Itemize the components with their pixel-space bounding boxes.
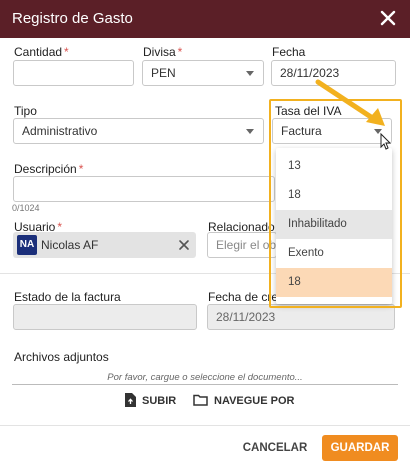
- dropdown-option[interactable]: 13: [276, 152, 392, 181]
- estado-factura-input: [13, 304, 197, 330]
- cancel-button[interactable]: CANCELAR: [240, 435, 310, 461]
- fecha-creacion-label: Fecha de crea: [208, 290, 285, 304]
- close-icon[interactable]: [376, 6, 400, 30]
- clear-icon[interactable]: [176, 237, 192, 253]
- avatar: NA: [17, 235, 37, 255]
- descripcion-label: Descripción *: [14, 162, 84, 176]
- dropdown-option-hovered[interactable]: Inhabilitado: [276, 210, 392, 239]
- upload-hint: Por favor, cargue o seleccione el docume…: [107, 372, 303, 383]
- cantidad-input[interactable]: [13, 60, 134, 86]
- footer-divider: [0, 425, 410, 426]
- tasa-iva-label: Tasa del IVA: [275, 104, 342, 118]
- upload-label: SUBIR: [142, 395, 177, 407]
- descripcion-input[interactable]: [13, 176, 275, 202]
- dialog-title: Registro de Gasto: [12, 10, 133, 27]
- file-upload-icon: [124, 392, 136, 410]
- tax-rate-dropdown: 13 18 Inhabilitado Exento 18: [276, 148, 392, 304]
- tipo-label: Tipo: [14, 104, 37, 118]
- browse-label: NAVEGUE POR: [214, 395, 295, 407]
- save-button[interactable]: GUARDAR: [322, 435, 398, 461]
- fecha-creacion-input: 28/11/2023: [207, 304, 395, 330]
- folder-icon: [193, 394, 208, 409]
- dropdown-option[interactable]: 18: [276, 181, 392, 210]
- chevron-down-icon: [246, 71, 254, 76]
- dropdown-option-selected[interactable]: 18: [276, 268, 392, 297]
- tipo-select[interactable]: Administrativo: [13, 118, 264, 144]
- relacionado-input[interactable]: Elegir el obe: [207, 232, 277, 258]
- fecha-label: Fecha: [272, 45, 306, 59]
- descripcion-counter: 0/1024: [12, 203, 40, 213]
- browse-button[interactable]: NAVEGUE POR: [193, 393, 294, 409]
- chevron-down-icon: [374, 129, 382, 134]
- divisa-select[interactable]: PEN: [142, 60, 264, 86]
- tasa-iva-value: Factura: [281, 124, 322, 138]
- divisa-value: PEN: [151, 66, 176, 80]
- fecha-input[interactable]: 28/11/2023: [271, 60, 396, 86]
- upload-divider: [12, 384, 398, 385]
- divisa-label: Divisa *: [143, 45, 183, 59]
- estado-factura-label: Estado de la factura: [14, 290, 121, 304]
- usuario-chip[interactable]: NA Nicolas AF: [13, 232, 196, 258]
- tipo-value: Administrativo: [22, 124, 98, 138]
- usuario-name: Nicolas AF: [41, 238, 99, 252]
- tasa-iva-select[interactable]: Factura: [272, 118, 392, 144]
- dropdown-option[interactable]: Exento: [276, 239, 392, 268]
- cantidad-label: Cantidad *: [14, 45, 69, 59]
- dialog-header: Registro de Gasto: [0, 0, 410, 38]
- chevron-down-icon: [246, 129, 254, 134]
- archivos-label: Archivos adjuntos: [14, 350, 109, 364]
- upload-button[interactable]: SUBIR: [124, 392, 177, 410]
